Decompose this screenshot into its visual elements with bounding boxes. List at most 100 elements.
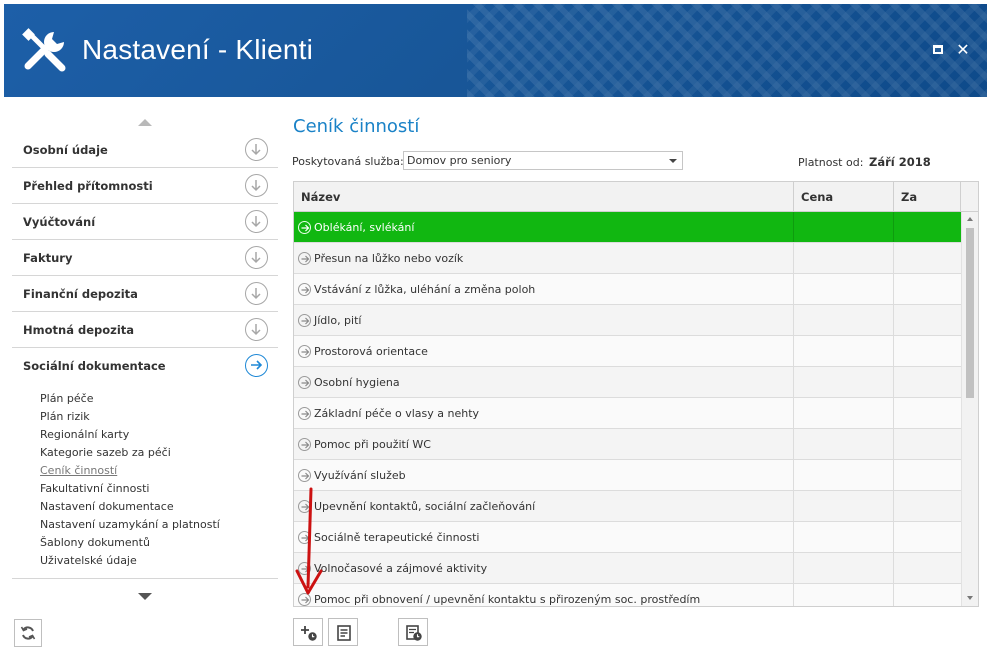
cell-price[interactable]	[794, 553, 894, 583]
close-button[interactable]: ✕	[955, 42, 971, 58]
cell-price[interactable]	[794, 367, 894, 397]
cell-name[interactable]: Jídlo, pití	[294, 305, 794, 335]
subitem-plan-pece[interactable]: Plán péče	[40, 390, 270, 408]
subitem-uzivatelske-udaje[interactable]: Uživatelské údaje	[40, 552, 270, 570]
sidebar-scroll-down-icon[interactable]	[138, 593, 152, 600]
subitem-kategorie-sazeb[interactable]: Kategorie sazeb za péči	[40, 444, 270, 462]
table-row[interactable]: Prostorová orientace	[294, 336, 961, 367]
cell-name[interactable]: Osobní hygiena	[294, 367, 794, 397]
cell-name[interactable]: Upevnění kontaktů, sociální začleňování	[294, 491, 794, 521]
service-select[interactable]: Domov pro seniory	[403, 151, 683, 170]
settings-window: Nastavení - Klienti ✕ Osobní údaje Přehl…	[0, 0, 991, 658]
circle-arrow-right-icon	[298, 376, 311, 389]
sidebar-item-vyuctovani[interactable]: Vyúčtování	[12, 204, 278, 240]
add-button[interactable]	[293, 618, 323, 646]
schedule-button[interactable]	[398, 618, 428, 646]
validity-value[interactable]: Září 2018	[869, 155, 931, 169]
sidebar-item-socialni-dokumentace[interactable]: Sociální dokumentace	[12, 348, 278, 384]
grid-scrollbar[interactable]	[961, 212, 978, 606]
cell-per[interactable]	[894, 212, 961, 242]
column-header-nazev[interactable]: Název	[294, 182, 794, 212]
cell-price[interactable]	[794, 398, 894, 428]
subitem-cenik-cinnosti[interactable]: Ceník činností	[40, 462, 270, 480]
subitem-nastaveni-dokumentace[interactable]: Nastavení dokumentace	[40, 498, 270, 516]
scroll-thumb[interactable]	[966, 228, 974, 398]
cell-per[interactable]	[894, 398, 961, 428]
cell-name[interactable]: Volnočasové a zájmové aktivity	[294, 553, 794, 583]
table-row[interactable]: Upevnění kontaktů, sociální začleňování	[294, 491, 961, 522]
scroll-down-icon[interactable]	[967, 596, 973, 600]
cell-per[interactable]	[894, 553, 961, 583]
circle-arrow-right-icon	[298, 252, 311, 265]
table-row[interactable]: Jídlo, pití	[294, 305, 961, 336]
circle-arrow-right-icon	[298, 469, 311, 482]
table-row[interactable]: Oblékání, svlékání	[294, 212, 961, 243]
cell-per[interactable]	[894, 429, 961, 459]
sidebar-scroll-up-icon[interactable]	[138, 119, 152, 126]
sidebar-item-faktury[interactable]: Faktury	[12, 240, 278, 276]
cell-per[interactable]	[894, 243, 961, 273]
circle-arrow-right-icon	[298, 407, 311, 420]
table-row[interactable]: Přesun na lůžko nebo vozík	[294, 243, 961, 274]
cell-name[interactable]: Sociálně terapeutické činnosti	[294, 522, 794, 552]
cell-price[interactable]	[794, 274, 894, 304]
cell-price[interactable]	[794, 305, 894, 335]
table-row[interactable]: Sociálně terapeutické činnosti	[294, 522, 961, 553]
subitem-regionalni-karty[interactable]: Regionální karty	[40, 426, 270, 444]
column-header-za[interactable]: Za	[894, 182, 961, 212]
cell-name[interactable]: Základní péče o vlasy a nehty	[294, 398, 794, 428]
scroll-up-icon[interactable]	[967, 217, 973, 221]
header-pattern	[467, 4, 987, 97]
cell-price[interactable]	[794, 429, 894, 459]
sidebar-item-financni-depozita[interactable]: Finanční depozita	[12, 276, 278, 312]
row-name: Jídlo, pití	[314, 314, 362, 327]
table-row[interactable]: Osobní hygiena	[294, 367, 961, 398]
cell-name[interactable]: Pomoc při použití WC	[294, 429, 794, 459]
cell-name[interactable]: Pomoc při obnovení / upevnění kontaktu s…	[294, 584, 794, 606]
cell-per[interactable]	[894, 305, 961, 335]
cell-per[interactable]	[894, 584, 961, 606]
subitem-plan-rizik[interactable]: Plán rizik	[40, 408, 270, 426]
table-row[interactable]: Pomoc při obnovení / upevnění kontaktu s…	[294, 584, 961, 606]
cell-price[interactable]	[794, 336, 894, 366]
table-row[interactable]: Základní péče o vlasy a nehty	[294, 398, 961, 429]
cell-price[interactable]	[794, 243, 894, 273]
maximize-icon	[933, 45, 943, 54]
table-row[interactable]: Vstávání z lůžka, uléhání a změna poloh	[294, 274, 961, 305]
table-row[interactable]: Pomoc při použití WC	[294, 429, 961, 460]
cell-name[interactable]: Prostorová orientace	[294, 336, 794, 366]
cell-price[interactable]	[794, 460, 894, 490]
subitem-sablony-dokumentu[interactable]: Šablony dokumentů	[40, 534, 270, 552]
row-name: Základní péče o vlasy a nehty	[314, 407, 480, 420]
cell-price[interactable]	[794, 491, 894, 521]
sidebar: Osobní údaje Přehled přítomnosti Vyúčtov…	[12, 110, 278, 610]
sidebar-item-prehled-pritomnosti[interactable]: Přehled přítomnosti	[12, 168, 278, 204]
subitem-nastaveni-uzamykani[interactable]: Nastavení uzamykání a platností	[40, 516, 270, 534]
sidebar-item-osobni-udaje[interactable]: Osobní údaje	[12, 132, 278, 168]
cell-name[interactable]: Oblékání, svlékání	[294, 212, 794, 242]
cell-per[interactable]	[894, 460, 961, 490]
cell-price[interactable]	[794, 522, 894, 552]
cell-name[interactable]: Přesun na lůžko nebo vozík	[294, 243, 794, 273]
cell-price[interactable]	[794, 584, 894, 606]
maximize-button[interactable]	[930, 42, 946, 58]
cell-per[interactable]	[894, 274, 961, 304]
cell-per[interactable]	[894, 522, 961, 552]
table-row[interactable]: Využívání služeb	[294, 460, 961, 491]
sidebar-item-hmotna-depozita[interactable]: Hmotná depozita	[12, 312, 278, 348]
table-row[interactable]: Volnočasové a zájmové aktivity	[294, 553, 961, 584]
row-name: Vstávání z lůžka, uléhání a změna poloh	[314, 283, 536, 296]
column-header-cena[interactable]: Cena	[794, 182, 894, 212]
cell-per[interactable]	[894, 336, 961, 366]
sidebar-nav: Osobní údaje Přehled přítomnosti Vyúčtov…	[12, 132, 278, 384]
sidebar-item-label: Vyúčtování	[23, 215, 96, 229]
cell-per[interactable]	[894, 491, 961, 521]
activities-grid: Název Cena Za Oblékání, svlékání Přesun n…	[293, 181, 979, 607]
subitem-fakultativni-cinnosti[interactable]: Fakultativní činnosti	[40, 480, 270, 498]
cell-name[interactable]: Vstávání z lůžka, uléhání a změna poloh	[294, 274, 794, 304]
cell-price[interactable]	[794, 212, 894, 242]
refresh-button[interactable]	[14, 619, 42, 647]
cell-name[interactable]: Využívání služeb	[294, 460, 794, 490]
cell-per[interactable]	[894, 367, 961, 397]
document-button[interactable]	[328, 618, 358, 646]
